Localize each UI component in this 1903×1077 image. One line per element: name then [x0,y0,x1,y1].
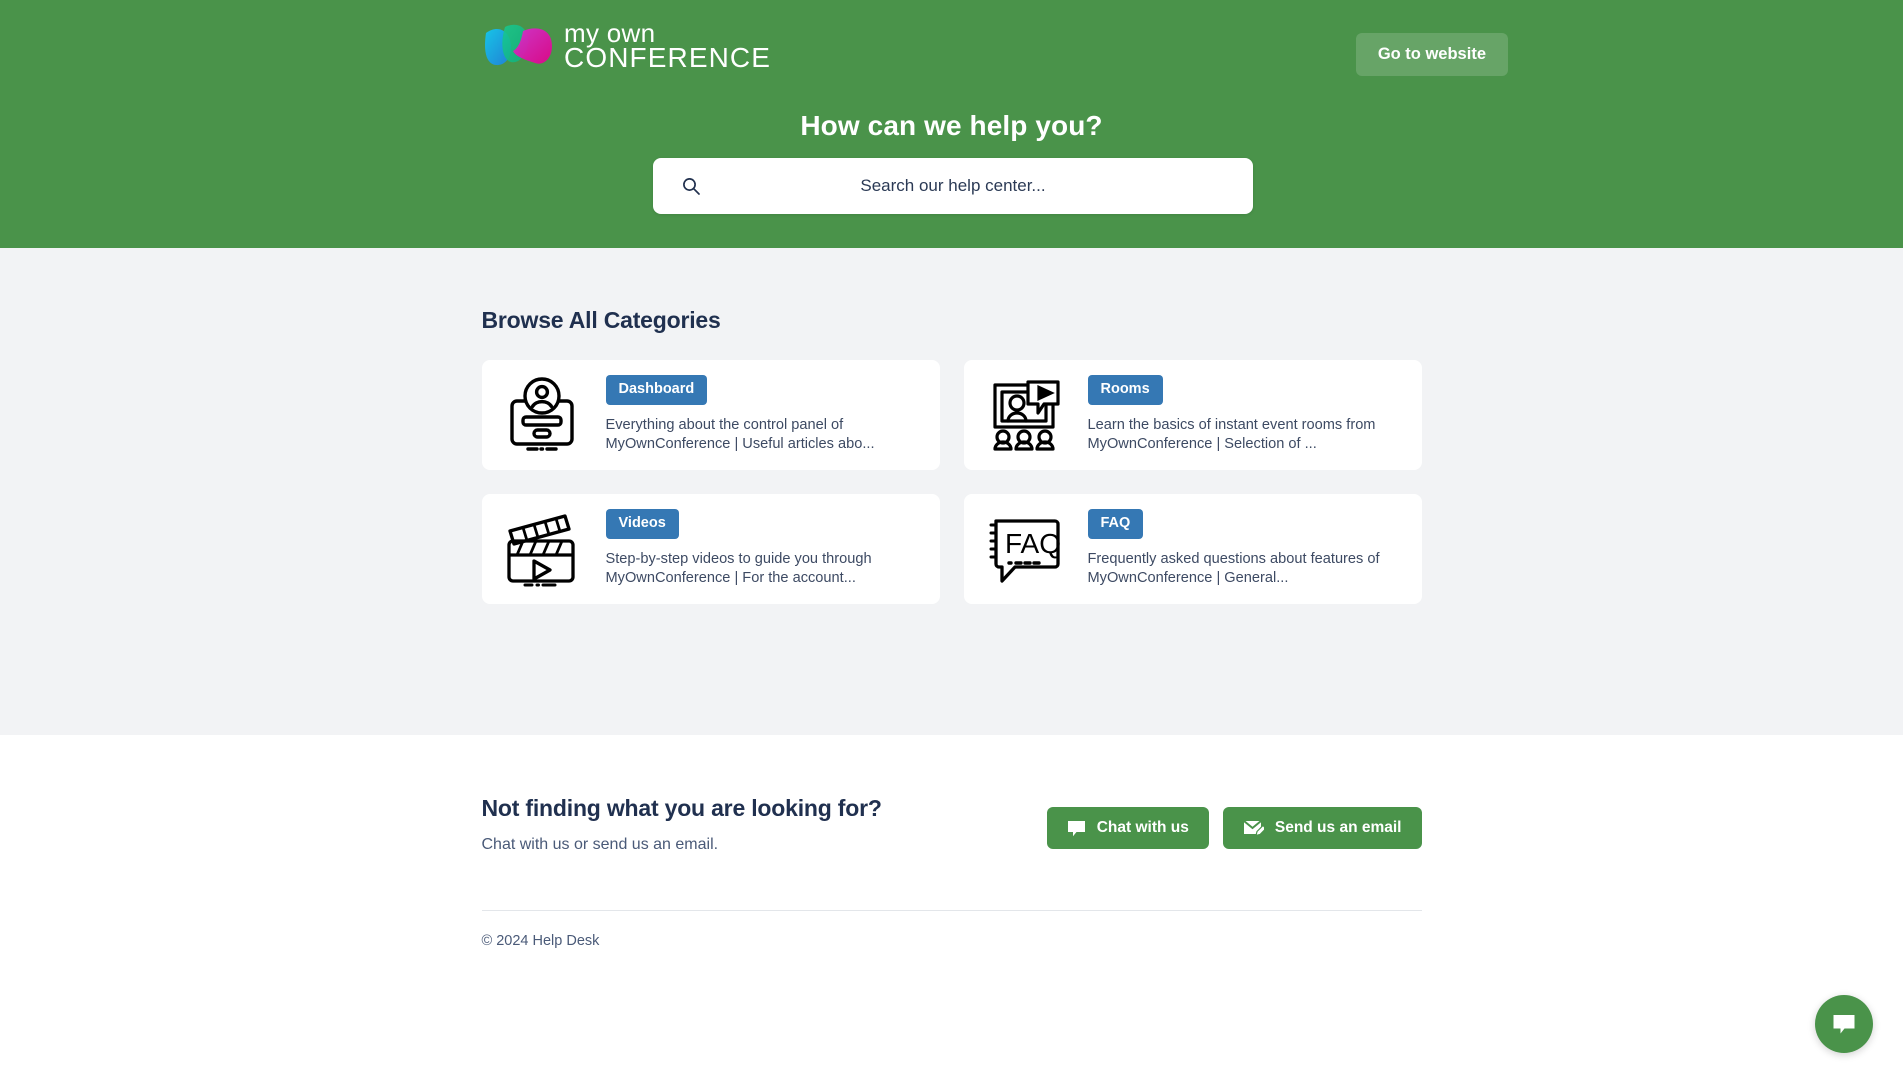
clapperboard-icon [500,510,584,588]
category-badge[interactable]: Dashboard [605,375,708,405]
logo-wordmark: my own CONFERENCE [564,18,771,72]
card-body: Dashboard Everything about the control p… [605,375,934,454]
category-badge[interactable]: Rooms [1087,375,1163,405]
category-badge[interactable]: Videos [605,509,679,539]
logo-line-2: CONFERENCE [564,42,772,73]
category-card-rooms[interactable]: Rooms Learn the basics of instant event … [963,360,1422,470]
brand-logo[interactable]: my own CONFERENCE [483,18,771,72]
category-description: Everything about the control panel of My… [605,416,875,453]
email-pencil-icon [1243,820,1264,837]
chat-bubble-icon [1833,1014,1855,1033]
page-title: How can we help you? [800,110,1103,141]
category-description: Step-by-step videos to guide you through… [605,550,872,587]
header-bar: my own CONFERENCE Go to website [0,0,1903,102]
send-email-button[interactable]: Send us an email [1222,807,1422,849]
card-body: Rooms Learn the basics of instant event … [1087,375,1416,454]
search-icon [683,178,700,195]
contact-row: Not finding what you are looking for? Ch… [482,735,1422,854]
svg-text:FAQ: FAQ [1005,528,1061,559]
category-card-grid: Dashboard Everything about the control p… [481,360,1422,604]
logo-mark-icon [485,24,552,66]
chat-with-us-button[interactable]: Chat with us [1046,807,1209,849]
contact-text-block: Not finding what you are looking for? Ch… [482,795,882,854]
section-title: Browse All Categories [481,307,721,333]
webinar-screen-icon [982,376,1066,454]
copyright-text: © 2024 Help Desk [481,933,600,949]
faq-bubble-icon: FAQ [982,510,1066,588]
contact-subtext: Chat with us or send us an email. [481,836,719,853]
category-description: Frequently asked questions about feature… [1087,550,1380,587]
hero-header: my own CONFERENCE Go to website How can … [0,0,1903,248]
contact-section: Not finding what you are looking for? Ch… [0,735,1903,1077]
chat-with-us-label: Chat with us [1096,819,1189,836]
go-to-website-button[interactable]: Go to website [1355,33,1508,76]
chat-widget-button[interactable] [1815,995,1873,1053]
category-card-videos[interactable]: Videos Step-by-step videos to guide you … [481,494,940,604]
contact-heading: Not finding what you are looking for? [481,795,882,821]
monitor-user-icon [500,376,584,454]
categories-section: Browse All Categories Dashboard Everythi… [0,248,1903,735]
card-body: FAQ Frequently asked questions about fea… [1087,509,1416,588]
category-card-faq[interactable]: FAQ FAQ Frequently asked questions about… [963,494,1422,604]
search-bar[interactable] [653,158,1253,214]
footer-divider [481,910,1422,911]
category-card-dashboard[interactable]: Dashboard Everything about the control p… [481,360,940,470]
contact-buttons: Chat with us Send us an email [1046,795,1422,849]
category-description: Learn the basics of instant event rooms … [1087,416,1376,453]
chat-bubble-icon [1067,820,1085,836]
search-input[interactable] [653,176,1253,196]
category-badge[interactable]: FAQ [1087,509,1144,539]
card-body: Videos Step-by-step videos to guide you … [605,509,934,588]
send-email-label: Send us an email [1274,819,1402,836]
